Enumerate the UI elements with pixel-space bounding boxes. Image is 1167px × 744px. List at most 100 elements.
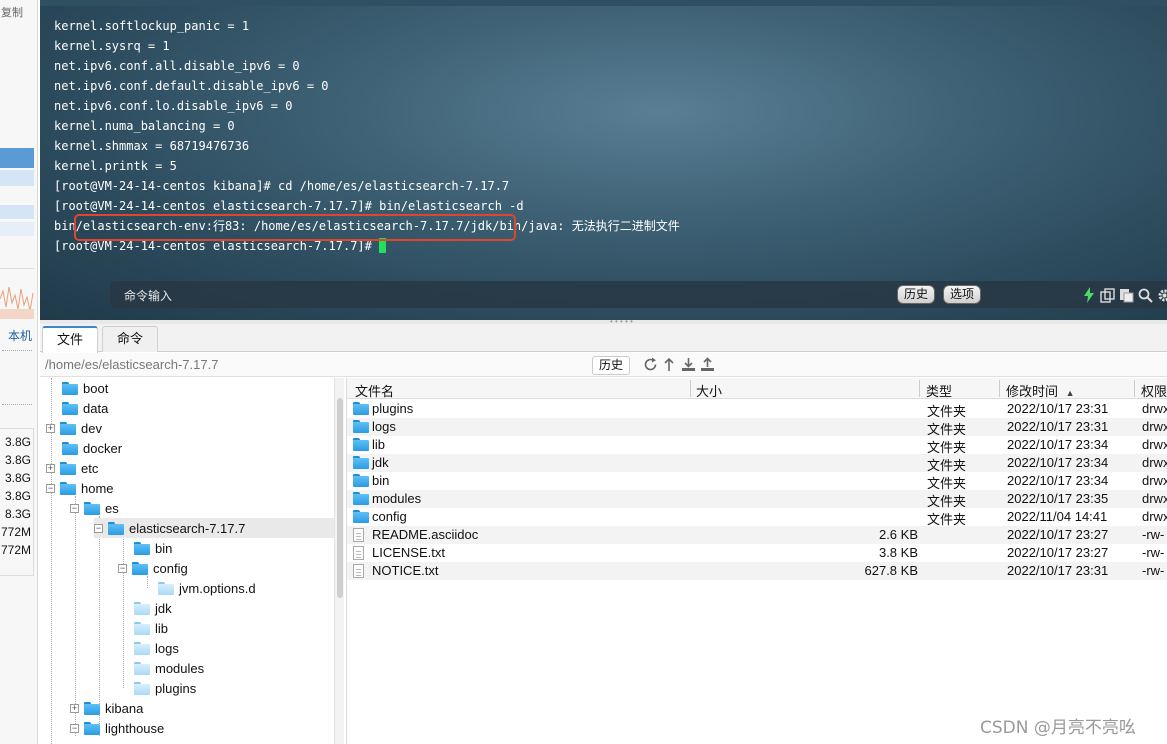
download-icon[interactable]: [680, 356, 696, 373]
search-icon[interactable]: [1137, 287, 1154, 304]
tab-commands[interactable]: 命令: [102, 326, 159, 352]
copy-label[interactable]: 复制: [1, 4, 23, 20]
copy-icon[interactable]: [1099, 287, 1116, 304]
tab-files[interactable]: 文件: [42, 326, 99, 353]
refresh-icon[interactable]: [642, 356, 658, 373]
file-name: LICENSE.txt: [372, 545, 445, 560]
path-history-button[interactable]: 历史: [592, 356, 631, 375]
column-divider[interactable]: [1134, 380, 1135, 397]
tree-node-etc[interactable]: + etc: [46, 458, 98, 478]
tree-node-jdk[interactable]: jdk: [120, 598, 172, 618]
tree-node-label: jvm.options.d: [179, 580, 256, 596]
tree-node-bin[interactable]: bin: [120, 538, 172, 558]
tree-node-logs[interactable]: logs: [120, 638, 179, 658]
file-row[interactable]: modules 文件夹 2022/10/17 23:35 drwx: [347, 490, 1167, 509]
file-row[interactable]: bin 文件夹 2022/10/17 23:34 drwx: [347, 472, 1167, 491]
command-input[interactable]: 命令输入: [124, 287, 172, 304]
tree-node-label: dev: [81, 420, 102, 436]
collapse-icon[interactable]: −: [70, 723, 79, 733]
directory-tree[interactable]: boot data + dev docker + etc − home − es − el…: [40, 378, 340, 744]
file-row[interactable]: README.asciidoc 2.6 KB 2022/10/17 23:27 -rw…: [347, 526, 1167, 544]
tree-node-jvm-options[interactable]: jvm.options.d: [144, 578, 256, 598]
tree-node-data[interactable]: data: [48, 398, 108, 418]
tree-node-lighthouse[interactable]: − lighthouse: [70, 718, 164, 738]
file-perms: drwx: [1142, 491, 1167, 506]
file-row[interactable]: jdk 文件夹 2022/10/17 23:34 drwx: [347, 454, 1167, 473]
left-side-panel: 复制 本机 3.8G 3.8G 3.8G 3.8G 8.3G 772M 772M: [0, 0, 38, 744]
tree-node-modules[interactable]: modules: [120, 658, 204, 678]
column-header-name[interactable]: 文件名: [355, 381, 394, 400]
expand-icon[interactable]: +: [70, 703, 79, 713]
column-header-size[interactable]: 大小: [696, 381, 722, 400]
tree-node-kibana[interactable]: + kibana: [70, 698, 143, 718]
file-row[interactable]: NOTICE.txt 627.8 KB 2022/10/17 23:31 -rw-: [347, 562, 1167, 580]
file-row[interactable]: config 文件夹 2022/11/04 14:41 drwx: [347, 508, 1167, 527]
folder-icon: [60, 461, 76, 475]
highlight-row[interactable]: [0, 170, 34, 186]
tree-node-home[interactable]: − home: [46, 478, 114, 498]
column-divider[interactable]: [919, 380, 920, 397]
tree-scrollbar[interactable]: [334, 378, 344, 744]
tree-node-label: jdk: [155, 600, 172, 616]
paste-icon[interactable]: [1118, 287, 1135, 304]
options-button[interactable]: 选项: [943, 285, 982, 304]
collapse-icon[interactable]: −: [118, 563, 127, 573]
file-list[interactable]: 文件名 大小 类型 修改时间 ▲ 权限 plugins 文件夹 2022/10/17…: [346, 378, 1167, 744]
file-modified: 2022/10/17 23:31: [1007, 563, 1109, 578]
file-name: bin: [372, 473, 390, 488]
tree-node-label: config: [153, 560, 188, 576]
file-modified: 2022/10/17 23:27: [1007, 527, 1109, 542]
tree-node-boot[interactable]: boot: [48, 378, 108, 398]
bottom-tab-bar: 文件 命令: [40, 324, 1167, 353]
tree-node-label: docker: [83, 440, 123, 456]
file-modified: 2022/10/17 23:27: [1007, 545, 1109, 560]
folder-icon: [84, 721, 100, 735]
terminal-line: [root@VM-24-14-centos kibana]# cd /home/…: [54, 179, 510, 193]
column-header-type[interactable]: 类型: [926, 381, 952, 400]
tree-node-dev[interactable]: + dev: [46, 418, 102, 438]
upload-icon[interactable]: [699, 356, 715, 373]
tree-node-plugins[interactable]: plugins: [120, 678, 196, 698]
folder-icon: [353, 438, 369, 451]
folder-icon: [62, 401, 78, 415]
up-directory-icon[interactable]: [661, 356, 677, 373]
column-header-modified[interactable]: 修改时间 ▲: [1006, 381, 1075, 400]
path-input[interactable]: /home/es/elasticsearch-7.17.7: [45, 357, 218, 372]
collapse-icon[interactable]: −: [70, 503, 79, 513]
file-row[interactable]: LICENSE.txt 3.8 KB 2022/10/17 23:27 -rw-: [347, 544, 1167, 562]
collapse-icon[interactable]: −: [46, 483, 55, 493]
column-header-perms[interactable]: 权限: [1141, 381, 1167, 400]
history-button[interactable]: 历史: [897, 285, 936, 304]
file-perms: drwx: [1142, 437, 1167, 452]
tree-node-elasticsearch[interactable]: − elasticsearch-7.17.7: [94, 518, 334, 538]
file-perms: -rw-: [1142, 527, 1165, 542]
memory-value: 3.8G: [4, 489, 31, 503]
column-divider[interactable]: [690, 380, 691, 397]
column-divider[interactable]: [999, 380, 1000, 397]
tree-node-es[interactable]: − es: [70, 498, 119, 518]
file-modified: 2022/10/17 23:35: [1007, 491, 1109, 506]
folder-icon: [353, 474, 369, 487]
tree-node-config[interactable]: − config: [118, 558, 188, 578]
expand-icon[interactable]: +: [46, 423, 55, 433]
tree-node-docker[interactable]: docker: [48, 438, 122, 458]
highlight-row[interactable]: [0, 222, 34, 236]
file-name: config: [372, 509, 407, 524]
scrollbar-thumb[interactable]: [337, 398, 343, 598]
tree-node-lib[interactable]: lib: [120, 618, 168, 638]
highlight-row[interactable]: [0, 205, 34, 219]
collapse-icon[interactable]: −: [94, 523, 103, 533]
terminal-panel[interactable]: kernel.softlockup_panic = 1 kernel.sysrq…: [40, 0, 1167, 320]
expand-icon[interactable]: +: [46, 463, 55, 473]
command-input-bar[interactable]: 命令输入 历史 选项: [110, 281, 1167, 308]
file-row[interactable]: logs 文件夹 2022/10/17 23:31 drwx: [347, 418, 1167, 437]
gear-icon[interactable]: [1156, 287, 1167, 304]
file-name: plugins: [372, 401, 414, 416]
lightning-icon[interactable]: [1080, 287, 1097, 304]
tree-node-label: modules: [155, 660, 205, 676]
local-label[interactable]: 本机: [8, 327, 32, 344]
file-row[interactable]: lib 文件夹 2022/10/17 23:34 drwx: [347, 436, 1167, 455]
file-icon: [353, 564, 364, 578]
selected-row[interactable]: [0, 148, 34, 168]
file-row[interactable]: plugins 文件夹 2022/10/17 23:31 drwx: [347, 400, 1167, 419]
